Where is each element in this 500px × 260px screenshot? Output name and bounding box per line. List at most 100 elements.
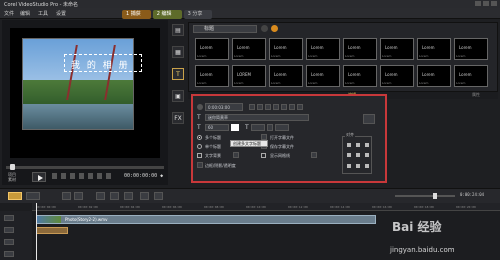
vertical-text-button[interactable] xyxy=(297,104,303,110)
align-bottom-right[interactable] xyxy=(365,164,369,168)
title-thumbnail[interactable]: Lorem Lorem xyxy=(380,64,414,87)
open-subtitle-label[interactable]: 打开字幕文件 xyxy=(270,135,294,141)
align-top-left[interactable] xyxy=(347,143,351,147)
title-thumbnail[interactable]: Lorem Lorem xyxy=(269,38,303,60)
step-capture[interactable]: 1 捕获 xyxy=(122,10,151,19)
align-middle-left[interactable] xyxy=(347,153,351,157)
bold-button[interactable] xyxy=(249,104,255,110)
tab-attributes[interactable]: 属性 xyxy=(472,92,480,98)
zoom-slider[interactable] xyxy=(395,193,455,199)
title-thumbnail[interactable]: Lorem Lorem xyxy=(232,38,266,60)
title-thumbnail[interactable]: Lorem Lorem xyxy=(454,64,488,87)
mode-clip[interactable]: 素材 xyxy=(8,177,16,182)
overlay-track-icon[interactable] xyxy=(4,227,14,233)
mark-in-button[interactable] xyxy=(88,173,93,179)
prev-frame-button[interactable] xyxy=(52,173,57,179)
font-size-field[interactable]: 60 xyxy=(205,124,229,131)
rotation-field[interactable] xyxy=(275,124,289,131)
menu-tools[interactable]: 工具 xyxy=(38,10,48,17)
border-shadow-label[interactable]: 边框/阴影/透明度 xyxy=(205,163,236,169)
italic-button[interactable] xyxy=(257,104,263,110)
play-button[interactable] xyxy=(32,172,46,182)
title-tool-icon[interactable]: T xyxy=(172,68,184,80)
text-bg-settings-button[interactable] xyxy=(233,152,239,158)
border-shadow-icon[interactable] xyxy=(197,162,203,168)
show-grid-checkbox[interactable] xyxy=(261,153,266,158)
graphic-tool-icon[interactable]: ▣ xyxy=(172,90,184,102)
auto-music-button[interactable] xyxy=(124,192,133,200)
align-bottom-center[interactable] xyxy=(356,164,360,168)
text-color-swatch[interactable] xyxy=(231,124,239,131)
align-middle-right[interactable] xyxy=(365,153,369,157)
title-thumbnail[interactable]: Lorem Lorem xyxy=(343,38,377,60)
timeline-ruler[interactable]: 00:00:00:00 00:00:02:00 00:00:04:00 00:00:0… xyxy=(32,203,500,211)
close-button[interactable] xyxy=(491,1,497,6)
video-track-icon[interactable] xyxy=(4,215,14,221)
video-clip[interactable]: Photo(Story2-2).wmv xyxy=(36,215,376,224)
audio-mixer-button[interactable] xyxy=(110,192,119,200)
volume-button[interactable] xyxy=(79,173,84,179)
align-center-button[interactable] xyxy=(281,104,287,110)
title-track-icon[interactable] xyxy=(4,239,14,245)
title-thumbnail[interactable]: Lorem Lorem xyxy=(454,38,488,60)
storyboard-view-button[interactable] xyxy=(8,192,22,200)
info-icon[interactable] xyxy=(271,25,278,32)
align-top-right[interactable] xyxy=(365,143,369,147)
align-left-button[interactable] xyxy=(273,104,279,110)
menu-file[interactable]: 文件 xyxy=(4,10,14,17)
duration-field[interactable]: 0:00:03:00 xyxy=(205,103,243,111)
font-dropdown[interactable]: 迷你简黄草 xyxy=(205,114,309,121)
grid-settings-button[interactable] xyxy=(311,152,317,158)
zoom-knob[interactable] xyxy=(433,193,437,199)
category-dropdown[interactable]: 标题 xyxy=(193,25,257,33)
multi-title-radio[interactable] xyxy=(197,135,202,140)
title-thumbnail[interactable]: Lorem Lorem xyxy=(417,64,451,87)
menu-edit[interactable]: 编辑 xyxy=(20,10,30,17)
redo-button[interactable] xyxy=(74,192,83,200)
title-thumbnail[interactable]: Lorem Lorem xyxy=(380,38,414,60)
align-middle-center[interactable] xyxy=(356,153,360,157)
title-thumbnail[interactable]: Lorem Lorem xyxy=(306,38,340,60)
playhead[interactable] xyxy=(36,203,37,260)
title-thumbnail[interactable]: Lorem Lorem xyxy=(343,64,377,87)
motion-track-button[interactable] xyxy=(140,192,149,200)
voice-track-icon[interactable] xyxy=(4,251,14,257)
menu-settings[interactable]: 设置 xyxy=(56,10,66,17)
next-frame-button[interactable] xyxy=(61,173,66,179)
title-thumbnail[interactable]: Lorem Lorem xyxy=(269,64,303,87)
step-edit[interactable]: 2 编辑 xyxy=(152,10,182,19)
title-thumbnail[interactable]: Lorem Lorem xyxy=(417,38,451,60)
overlay-title-text[interactable]: 我 的 相 册 xyxy=(71,58,130,71)
align-right-button[interactable] xyxy=(289,104,295,110)
title-thumbnail[interactable]: Lorem Lorem xyxy=(195,38,229,60)
timeline-view-button[interactable] xyxy=(26,192,40,200)
align-bottom-left[interactable] xyxy=(347,164,351,168)
save-subtitle-label[interactable]: 保存字幕文件 xyxy=(270,144,294,150)
title-thumbnail[interactable]: Lorem Lorem xyxy=(195,64,229,87)
align-top-center[interactable] xyxy=(356,143,360,147)
scrubber-bar[interactable] xyxy=(6,164,164,170)
title-thumbnail[interactable]: Lorem Lorem xyxy=(306,64,340,87)
fx-tool-icon[interactable]: FX xyxy=(172,112,184,124)
title-clip[interactable] xyxy=(36,227,68,234)
minimize-button[interactable] xyxy=(475,1,481,6)
add-icon[interactable] xyxy=(261,25,268,32)
repeat-button[interactable] xyxy=(70,173,75,179)
media-tool-icon[interactable]: ▤ xyxy=(172,24,184,36)
style-preset-dropdown[interactable] xyxy=(363,114,375,124)
maximize-button[interactable] xyxy=(483,1,489,6)
scrubber-knob[interactable] xyxy=(10,164,15,170)
subtitle-editor-button[interactable] xyxy=(154,192,163,200)
mark-out-button[interactable] xyxy=(97,173,102,179)
line-spacing-field[interactable] xyxy=(251,124,265,131)
split-button[interactable] xyxy=(106,173,111,179)
underline-button[interactable] xyxy=(265,104,271,110)
record-button[interactable] xyxy=(96,192,105,200)
single-title-radio[interactable] xyxy=(197,144,202,149)
step-share[interactable]: 3 分享 xyxy=(183,10,213,19)
title-text-box[interactable]: 我 的 相 册 xyxy=(64,54,142,72)
transition-tool-icon[interactable]: ▦ xyxy=(172,46,184,58)
text-bg-checkbox[interactable] xyxy=(197,153,202,158)
undo-button[interactable] xyxy=(62,192,71,200)
title-thumbnail[interactable]: LOREM Lorem xyxy=(232,64,266,87)
